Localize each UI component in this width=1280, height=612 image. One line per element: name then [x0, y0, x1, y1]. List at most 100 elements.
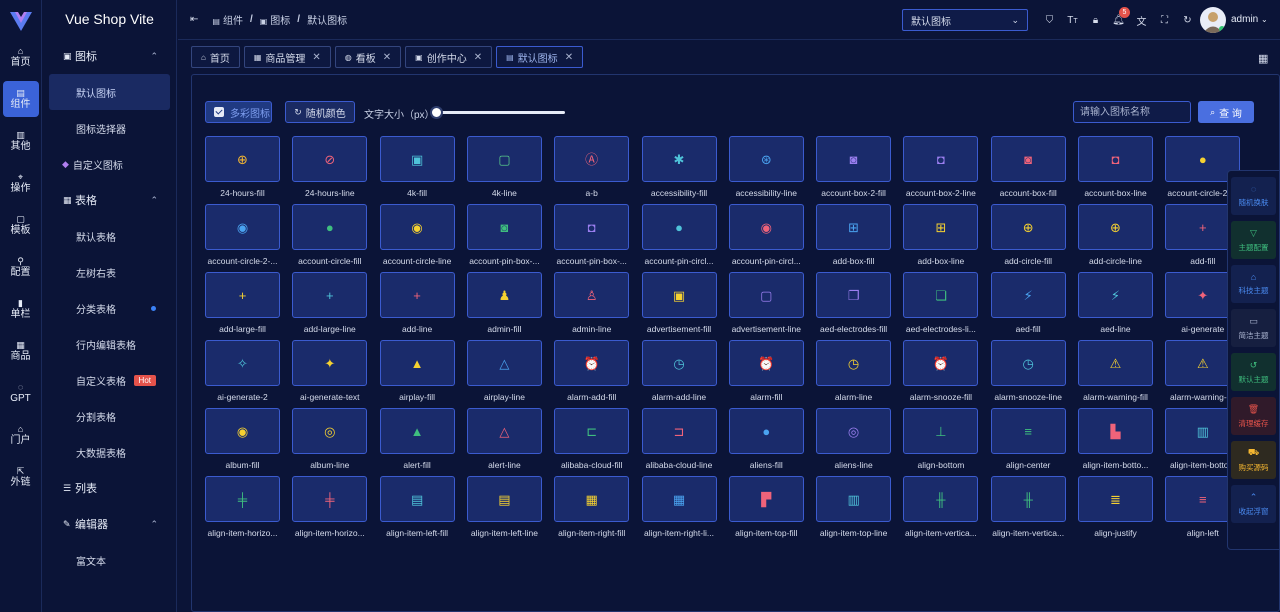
colorful-icons-checkbox[interactable]: 多彩图标 [205, 101, 272, 123]
floatbar-button[interactable]: ↺ 默认主题 [1231, 353, 1276, 391]
icon-card[interactable]: ⊐ alibaba-cloud-line [641, 408, 717, 471]
rail-item-template[interactable]: ▢ 模板 [3, 207, 39, 243]
menu-item[interactable]: ◆ 自定义图标 [43, 146, 176, 182]
icon-card[interactable]: + add-large-line [292, 272, 368, 335]
icon-tile[interactable]: ◙ [816, 136, 892, 182]
icon-tile[interactable]: ◙ [466, 204, 542, 250]
icon-tile[interactable]: ✱ [641, 136, 717, 182]
refresh-icon[interactable]: ↻ [1176, 15, 1199, 26]
icon-card[interactable]: ❏ aed-electrodes-li... [903, 272, 979, 335]
icon-tile[interactable]: ♙ [554, 272, 630, 318]
icon-tile[interactable]: ⊥ [903, 408, 979, 454]
icon-card[interactable]: ▦ align-item-right-li... [641, 476, 717, 539]
font-size-slider[interactable] [430, 106, 565, 119]
tab[interactable]: ◍ 看板 ✕ [334, 46, 402, 68]
bell-icon[interactable]: 🔔︎ 5 [1107, 6, 1130, 26]
icon-card[interactable]: ╫ align-item-vertica... [990, 476, 1066, 539]
icon-card[interactable]: ⊞ add-box-line [903, 204, 979, 267]
icon-card[interactable]: ▲ airplay-fill [379, 340, 455, 403]
icon-tile[interactable]: ≡ [990, 408, 1066, 454]
icon-tile[interactable]: ⊘ [292, 136, 368, 182]
breadcrumb-item[interactable]: 默认图标 [307, 12, 347, 27]
icon-card[interactable]: ◘ account-pin-box-... [554, 204, 630, 267]
icon-tile[interactable]: ╪ [205, 476, 280, 522]
icon-tile[interactable]: ⊏ [554, 408, 630, 454]
icon-tile[interactable]: ▦ [641, 476, 717, 522]
rail-item-portal[interactable]: ⌂ 门户 [3, 417, 39, 453]
icon-tile[interactable]: ⏰ [728, 340, 804, 386]
icon-tile[interactable]: ◙ [990, 136, 1066, 182]
icon-tile[interactable]: ◘ [554, 204, 630, 250]
rail-item-goods[interactable]: ▦ 商品 [3, 333, 39, 369]
icon-tile[interactable]: ▦ [554, 476, 630, 522]
icon-tile[interactable]: ⊞ [903, 204, 979, 250]
rail-item-single-column[interactable]: ▮ 单栏 [3, 291, 39, 327]
icon-card[interactable]: ≡ align-center [990, 408, 1066, 471]
icon-card[interactable]: ≣ align-justify [1078, 476, 1153, 539]
icon-card[interactable]: ✦ ai-generate-text [292, 340, 368, 403]
icon-card[interactable]: ⊛ accessibility-line [728, 136, 804, 199]
icon-tile[interactable]: + [205, 272, 280, 318]
icon-card[interactable]: ⊏ alibaba-cloud-fill [554, 408, 630, 471]
floatbar-button[interactable]: ▭ 简洁主题 [1231, 309, 1276, 347]
icon-card[interactable]: ⏰ alarm-add-fill [554, 340, 630, 403]
icon-tile[interactable]: ▤ [379, 476, 455, 522]
rail-item-components[interactable]: ▤ 组件 [2, 81, 39, 117]
icon-tile[interactable]: ◘ [903, 136, 979, 182]
menu-group[interactable]: ▣ 图标 ⌃ [43, 38, 176, 74]
icon-card[interactable]: ▣ advertisement-fill [641, 272, 717, 335]
menu-item[interactable]: 行内编辑表格 [43, 326, 176, 362]
user-menu[interactable]: admin ⌄ [1231, 14, 1268, 25]
icon-card[interactable]: △ alert-line [466, 408, 542, 471]
icon-tile[interactable]: ◷ [990, 340, 1066, 386]
menu-item[interactable]: 默认图标 [49, 74, 170, 110]
menu-item[interactable]: 自定义表格 Hot [43, 362, 176, 398]
icon-card[interactable]: + add-large-fill [205, 272, 280, 335]
breadcrumb-item[interactable]: ▣ 图标 [260, 12, 291, 27]
icon-card[interactable]: ⊕ 24-hours-fill [205, 136, 280, 199]
icon-card[interactable]: ◷ alarm-snooze-line [990, 340, 1066, 403]
icon-card[interactable]: ◘ account-box-line [1078, 136, 1153, 199]
breadcrumb-item[interactable]: ▤ 组件 [212, 12, 243, 27]
menu-item[interactable]: 图标选择器 [43, 110, 176, 146]
icon-tile[interactable]: ▲ [379, 408, 455, 454]
icon-card[interactable]: ▙ align-item-botto... [1078, 408, 1153, 471]
floatbar-button[interactable]: ▽ 主题配置 [1231, 221, 1276, 259]
query-button[interactable]: ⌕ 查 询 [1198, 101, 1254, 123]
icon-card[interactable]: ╪ align-item-horizo... [292, 476, 368, 539]
icon-tile[interactable]: ◷ [641, 340, 717, 386]
icon-card[interactable]: ◉ album-fill [205, 408, 280, 471]
icon-card[interactable]: ◙ account-box-2-fill [816, 136, 892, 199]
icon-card[interactable]: ◷ alarm-line [816, 340, 892, 403]
icon-card[interactable]: ▣ 4k-fill [379, 136, 455, 199]
icon-tile[interactable]: ♟ [466, 272, 542, 318]
slider-handle[interactable] [430, 106, 443, 119]
icon-tile[interactable]: ▲ [379, 340, 455, 386]
icon-tile[interactable]: ❐ [816, 272, 892, 318]
icon-card[interactable]: ╪ align-item-horizo... [205, 476, 280, 539]
icon-card[interactable]: ◙ account-pin-box-... [466, 204, 542, 267]
tab[interactable]: ⌂ 首页 [191, 46, 240, 68]
icon-tile[interactable]: ⊞ [816, 204, 892, 250]
icon-tile[interactable]: + [292, 272, 368, 318]
shirt-icon[interactable]: ⛉ [1038, 15, 1061, 26]
icon-card[interactable]: ▢ advertisement-line [728, 272, 804, 335]
icon-tile[interactable]: ▢ [466, 136, 542, 182]
icon-card[interactable]: ◙ account-box-fill [990, 136, 1066, 199]
lock-icon[interactable]: 🔒︎ [1084, 15, 1107, 26]
icon-tile[interactable]: ╫ [903, 476, 979, 522]
icon-tile[interactable]: ▢ [728, 272, 804, 318]
avatar[interactable] [1200, 7, 1226, 33]
icon-tile[interactable]: ⚡ [1078, 272, 1153, 318]
icon-card[interactable]: ▦ align-item-right-fill [554, 476, 630, 539]
icon-tile[interactable]: ▥ [816, 476, 892, 522]
icon-tile[interactable]: ● [728, 408, 804, 454]
menu-group[interactable]: ✎ 编辑器 ⌃ [43, 506, 176, 542]
icon-card[interactable]: ⚡ aed-fill [990, 272, 1066, 335]
icon-card[interactable]: ● account-pin-circl... [641, 204, 717, 267]
icon-tile[interactable]: ≣ [1078, 476, 1153, 522]
icon-tile[interactable]: ⚠ [1078, 340, 1153, 386]
rail-item-home[interactable]: ⌂ 首页 [3, 39, 39, 75]
rail-item-external-link[interactable]: ⇱ 外链 [3, 459, 39, 495]
tab[interactable]: ▣ 创作中心 ✕ [405, 46, 493, 68]
